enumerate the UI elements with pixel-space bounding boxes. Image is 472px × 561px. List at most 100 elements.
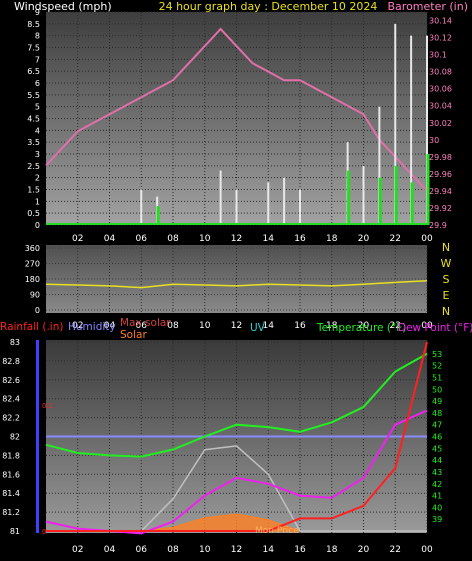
wind-tick-label: 0.5 xyxy=(27,209,40,218)
wind-tick-label: 5 xyxy=(35,103,40,112)
humidity-tick-label: 82.6 xyxy=(2,376,20,385)
direction-tick-label: 90 xyxy=(30,291,40,300)
wind-tick-label: 8 xyxy=(35,32,40,41)
x-tick-label: 00 xyxy=(421,234,433,244)
x-axis-ticks-top: 02 04 06 08 10 12 14 16 18 20 22 00 xyxy=(72,234,433,244)
direction-tick-label: 270 xyxy=(25,260,40,269)
wind-tick-label: 6.5 xyxy=(27,67,40,76)
barometer-tick-label: 30.02 xyxy=(429,119,452,128)
temperature-tick-label: 44 xyxy=(432,456,442,465)
x-tick-label: 12 xyxy=(231,321,242,331)
x-tick-label: 02 xyxy=(72,234,83,244)
temperature-tick-label: 43 xyxy=(432,468,442,477)
compass-label: N xyxy=(442,241,450,254)
wind-tick-label: 7 xyxy=(35,55,40,64)
direction-tick-label: 0 xyxy=(35,306,40,315)
rainfall-label: Rainfall (.in) xyxy=(0,321,63,333)
wind-tick-label: 3 xyxy=(35,150,40,159)
humidity-tick-label: 82.8 xyxy=(2,357,20,366)
humidity-tick-label: 82.4 xyxy=(2,395,20,404)
wind-tick-label: 2.5 xyxy=(27,162,40,171)
compass-label: S xyxy=(443,273,450,286)
temperature-tick-label: 45 xyxy=(432,444,442,453)
compass-label: N xyxy=(442,305,450,318)
humidity-tick-label: 83 xyxy=(10,338,20,347)
compass-label: E xyxy=(443,289,450,302)
x-tick-label: 12 xyxy=(231,234,242,244)
direction-tick-label: 180 xyxy=(25,275,40,284)
x-tick-label: 10 xyxy=(199,545,211,555)
x-tick-label: 00 xyxy=(421,545,433,555)
wind-tick-label: 6 xyxy=(35,79,40,88)
temperature-tick-label: 42 xyxy=(432,480,442,489)
solar-label: Solar xyxy=(120,329,147,341)
wind-tick-label: 3.5 xyxy=(27,138,40,147)
temperature-tick-label: 51 xyxy=(432,373,442,382)
temperature-tick-label: 41 xyxy=(432,492,442,501)
barometer-tick-label: 29.94 xyxy=(429,187,452,196)
x-tick-label: 20 xyxy=(358,234,370,244)
wind-axis-ticks: 9 8.5 8 7.5 7 6.5 6 5.5 5 4.5 4 3.5 3 2.5 2 1.5 1 0.5 0 xyxy=(27,8,40,230)
temperature-tick-label: 40 xyxy=(432,503,442,512)
x-tick-label: 16 xyxy=(294,234,306,244)
temperature-tick-label: 52 xyxy=(432,362,442,371)
barometer-tick-label: 30.1 xyxy=(429,51,447,60)
x-tick-label: 16 xyxy=(294,545,306,555)
wind-tick-label: 5.5 xyxy=(27,91,40,100)
compass-labels: NWSEN xyxy=(441,241,452,318)
wind-tick-label: 8.5 xyxy=(27,20,40,29)
max-solar-label: Max solar xyxy=(120,317,171,329)
direction-axis-ticks: 360 270 180 90 0 xyxy=(25,244,40,315)
x-tick-label: 20 xyxy=(358,545,370,555)
wind-tick-label: 1.5 xyxy=(27,186,40,195)
x-tick-label: 08 xyxy=(167,234,179,244)
temperature-label: Temperature (°F) xyxy=(316,322,406,334)
humidity-tick-label: 81.6 xyxy=(2,470,20,479)
x-tick-label: 10 xyxy=(199,321,211,331)
x-tick-label: 22 xyxy=(390,234,401,244)
barometer-tick-label: 30.08 xyxy=(429,68,452,77)
barometer-tick-label: 30 xyxy=(429,136,439,145)
rain-tick-label: 0.1 xyxy=(42,402,53,410)
x-tick-label: 06 xyxy=(136,545,148,555)
barometer-axis-title: Barometer (in) xyxy=(388,0,469,13)
barometer-tick-label: 29.92 xyxy=(429,204,452,213)
wind-tick-label: 0 xyxy=(35,221,40,230)
barometer-tick-label: 30.14 xyxy=(429,17,452,26)
humidity-tick-label: 81.2 xyxy=(2,508,20,517)
wind-tick-label: 4.5 xyxy=(27,115,40,124)
humidity-tick-label: 82.2 xyxy=(2,414,20,423)
wind-axis-title: Windspeed (mph) xyxy=(14,0,112,13)
temperature-tick-label: 39 xyxy=(432,515,442,524)
barometer-tick-label: 30.04 xyxy=(429,102,452,111)
temperature-tick-label: 47 xyxy=(432,421,442,430)
x-tick-label: 02 xyxy=(72,545,83,555)
rain-tick-label: 0 xyxy=(42,528,46,536)
humidity-axis-ticks: 83 82.8 82.6 82.4 82.2 82 81.8 81.6 81.4 81.2 81 xyxy=(2,338,20,536)
temperature-axis-ticks: 53 52 51 50 49 48 47 46 45 44 43 42 41 40 39 xyxy=(432,350,442,524)
barometer-tick-label: 30.06 xyxy=(429,85,452,94)
x-tick-label: 04 xyxy=(104,545,116,555)
dew-point-label: Dew Point (°F) xyxy=(398,322,472,334)
x-tick-label: 10 xyxy=(199,234,211,244)
barometer-tick-label: 29.9 xyxy=(429,221,447,230)
wind-tick-label: 1 xyxy=(35,197,40,206)
direction-tick-label: 360 xyxy=(25,244,40,253)
compass-label: W xyxy=(441,257,452,270)
uv-label: UV xyxy=(250,322,266,334)
wind-tick-label: 2 xyxy=(35,174,40,183)
temperature-tick-label: 46 xyxy=(432,433,442,442)
temperature-tick-label: 49 xyxy=(432,397,442,406)
temperature-tick-label: 53 xyxy=(432,350,442,359)
temperature-tick-label: 50 xyxy=(432,385,442,394)
x-tick-label: 14 xyxy=(263,234,275,244)
wind-tick-label: 7.5 xyxy=(27,44,40,53)
chart-title: 24 hour graph day : December 10 2024 xyxy=(159,0,378,13)
humidity-tick-label: 81 xyxy=(10,527,20,536)
barometer-axis-ticks: 30.14 30.12 30.1 30.08 30.06 30.04 30.02 30 29.9… xyxy=(429,17,452,230)
humidity-tick-label: 82 xyxy=(10,433,20,442)
x-tick-label: 16 xyxy=(294,321,306,331)
barometer-tick-label: 29.98 xyxy=(429,153,452,162)
humidity-label: Humidity xyxy=(68,321,116,333)
x-axis-ticks-bottom: 02 04 06 08 10 12 14 16 18 20 22 00 xyxy=(72,545,433,555)
